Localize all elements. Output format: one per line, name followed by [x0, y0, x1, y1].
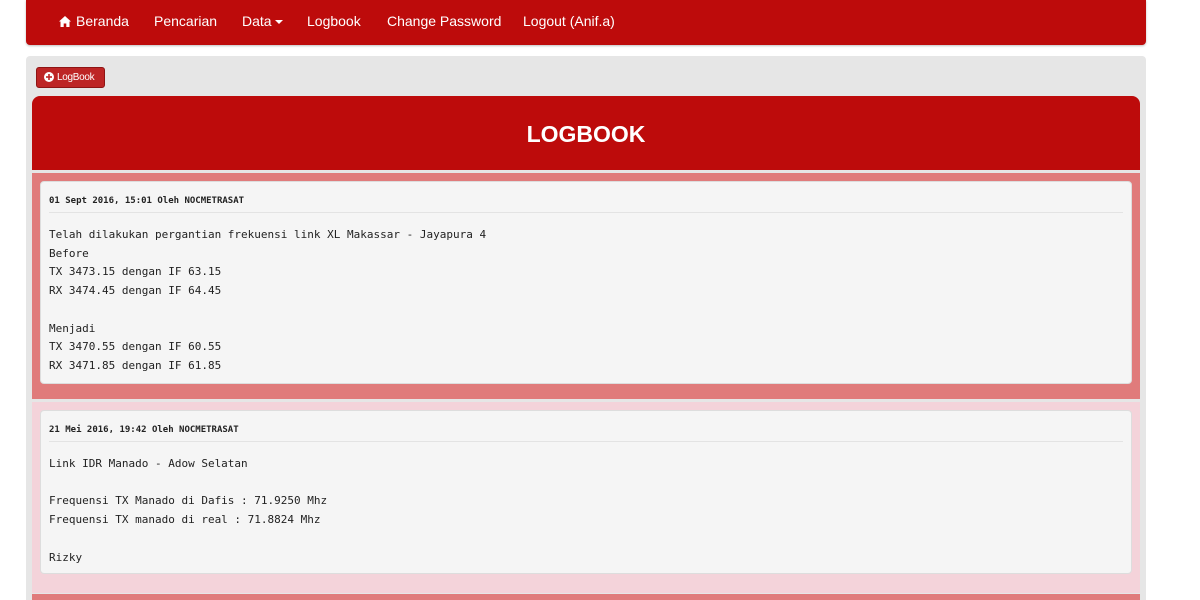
entry-body: Telah dilakukan pergantian frekuensi lin…	[49, 228, 487, 372]
nav-logbook[interactable]: Logbook	[307, 0, 361, 45]
entry-card: 21 Mei 2016, 19:42 Oleh NOCMETRASAT Link…	[40, 410, 1132, 574]
entry-divider	[49, 212, 1123, 213]
nav-search[interactable]: Pencarian	[154, 0, 217, 45]
nav-data-dropdown[interactable]: Data	[242, 0, 283, 45]
add-logbook-label: LogBook	[57, 72, 95, 83]
home-icon	[59, 16, 71, 27]
nav-change-password[interactable]: Change Password	[387, 0, 501, 45]
logbook-header: LOGBOOK	[32, 96, 1140, 170]
list-item: 21 Mei 2016, 19:42 Oleh NOCMETRASAT Link…	[32, 402, 1140, 593]
nav-logout[interactable]: Logout (Anif.a)	[523, 0, 615, 45]
add-logbook-button[interactable]: LogBook	[36, 67, 105, 88]
entry-divider	[49, 441, 1123, 442]
list-item	[32, 594, 1140, 600]
content-panel: LogBook LOGBOOK 01 Sept 2016, 15:01 Oleh…	[26, 56, 1146, 600]
entry-meta: 21 Mei 2016, 19:42 Oleh NOCMETRASAT	[49, 425, 239, 435]
entry-card: 01 Sept 2016, 15:01 Oleh NOCMETRASAT Tel…	[40, 181, 1132, 384]
top-navbar: Beranda Pencarian Data Logbook Change Pa…	[26, 0, 1146, 45]
nav-data-label: Data	[242, 13, 272, 29]
nav-home-label: Beranda	[76, 13, 129, 29]
entry-meta: 01 Sept 2016, 15:01 Oleh NOCMETRASAT	[49, 196, 245, 206]
entry-body: Link IDR Manado - Adow Selatan Frequensi…	[49, 457, 328, 564]
list-item: 01 Sept 2016, 15:01 Oleh NOCMETRASAT Tel…	[32, 173, 1140, 399]
nav-home[interactable]: Beranda	[59, 0, 129, 45]
page-title: LOGBOOK	[526, 121, 646, 147]
chevron-down-icon	[274, 20, 283, 24]
plus-circle-icon	[44, 72, 54, 82]
